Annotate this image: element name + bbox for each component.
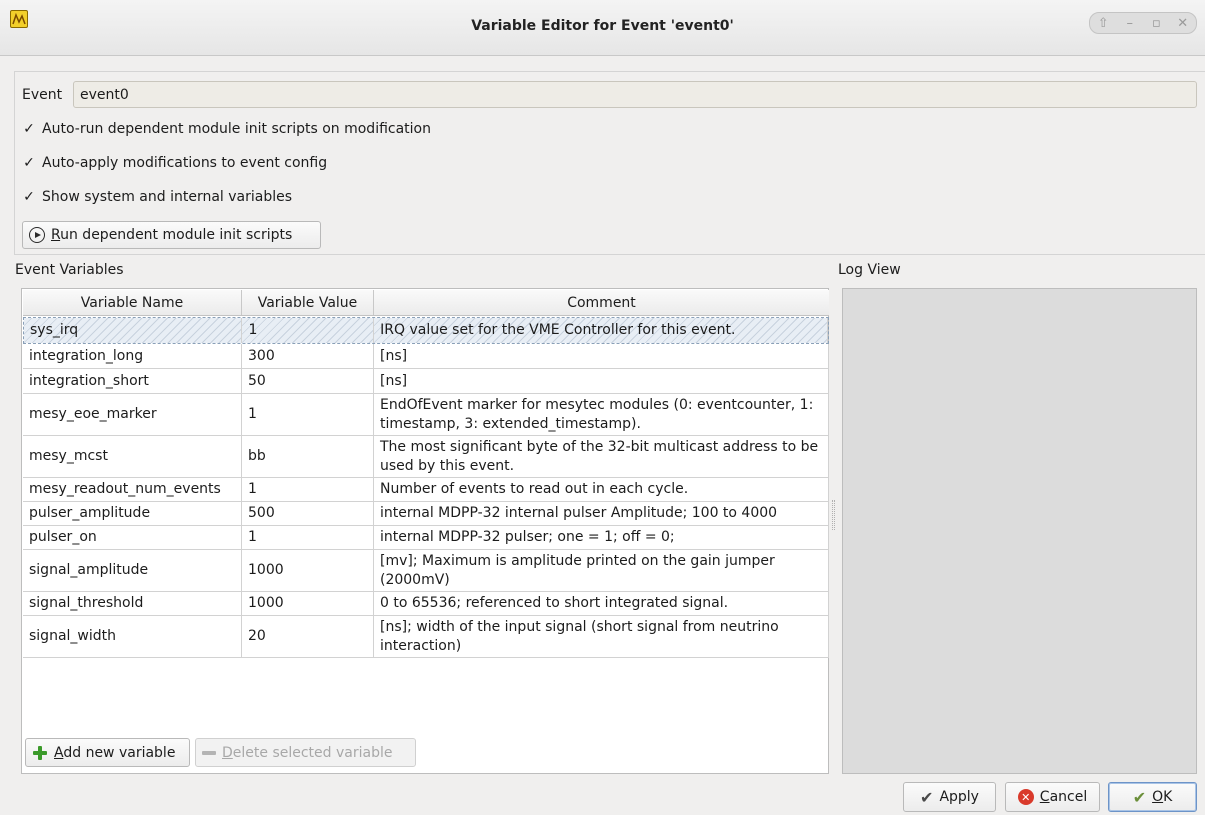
table-row[interactable]: signal_threshold 1000 0 to 65536; refere…: [23, 592, 829, 616]
maximize-button[interactable]: ▫: [1146, 16, 1166, 31]
table-row[interactable]: mesy_mcst bb The most significant byte o…: [23, 436, 829, 478]
column-header-name[interactable]: Variable Name: [23, 290, 242, 315]
shade-button[interactable]: ⇧: [1093, 16, 1113, 31]
variable-name-cell[interactable]: mesy_eoe_marker: [23, 394, 242, 435]
column-header-comment[interactable]: Comment: [374, 290, 829, 315]
event-name-field[interactable]: [73, 81, 1197, 108]
variable-comment-cell[interactable]: [ns]; width of the input signal (short s…: [374, 616, 829, 657]
play-circle-icon: [29, 227, 45, 243]
minus-icon: [202, 750, 216, 755]
checkmark-icon: ✓: [23, 121, 35, 137]
log-view-panel[interactable]: [842, 288, 1197, 774]
cancel-label: Cancel: [1039, 789, 1088, 805]
apply-button[interactable]: ✔ Apply: [903, 782, 996, 812]
add-variable-button[interactable]: Add new variable: [25, 738, 190, 767]
table-row[interactable]: mesy_readout_num_events 1 Number of even…: [23, 478, 829, 502]
table-row[interactable]: signal_amplitude 1000 [mv]; Maximum is a…: [23, 550, 829, 592]
variable-value-cell[interactable]: 1: [242, 318, 375, 343]
checkmark-icon: ✓: [23, 155, 35, 171]
variable-name-cell[interactable]: sys_irq: [24, 318, 243, 343]
variable-value-cell[interactable]: 1000: [242, 592, 374, 615]
variable-value-cell[interactable]: 1: [242, 526, 374, 549]
variable-name-cell[interactable]: integration_long: [23, 344, 242, 368]
delete-variable-label: Delete selected variable: [222, 744, 393, 761]
variable-value-cell[interactable]: 1000: [242, 550, 374, 591]
minimize-button[interactable]: –: [1120, 16, 1140, 31]
run-init-scripts-label: Run dependent module init scripts: [51, 227, 293, 243]
variable-comment-cell[interactable]: internal MDPP-32 pulser; one = 1; off = …: [374, 526, 829, 549]
variable-name-cell[interactable]: signal_amplitude: [23, 550, 242, 591]
table-body: sys_irq 1 IRQ value set for the VME Cont…: [23, 317, 829, 658]
auto-apply-checkbox[interactable]: ✓ Auto-apply modifications to event conf…: [22, 155, 327, 171]
cancel-icon: ✕: [1017, 789, 1034, 805]
variable-comment-cell[interactable]: The most significant byte of the 32-bit …: [374, 436, 829, 477]
ok-button[interactable]: ✔ OK: [1108, 782, 1197, 812]
table-row[interactable]: pulser_amplitude 500 internal MDPP-32 in…: [23, 502, 829, 526]
variable-value-cell[interactable]: 20: [242, 616, 374, 657]
show-system-label: Show system and internal variables: [42, 189, 293, 205]
variable-comment-cell[interactable]: 0 to 65536; referenced to short integrat…: [374, 592, 829, 615]
apply-label: Apply: [939, 789, 979, 805]
variable-name-cell[interactable]: pulser_on: [23, 526, 242, 549]
checkmark-icon: ✓: [23, 189, 35, 205]
log-view-label: Log View: [838, 262, 901, 278]
variable-value-cell[interactable]: 500: [242, 502, 374, 525]
variable-comment-cell[interactable]: Number of events to read out in each cyc…: [374, 478, 829, 501]
variable-comment-cell[interactable]: EndOfEvent marker for mesytec modules (0…: [374, 394, 829, 435]
column-header-value[interactable]: Variable Value: [242, 290, 374, 315]
add-variable-label: Add new variable: [54, 744, 176, 761]
variable-value-cell[interactable]: 1: [242, 478, 374, 501]
variable-comment-cell[interactable]: [ns]: [374, 344, 829, 368]
variables-table[interactable]: Variable Name Variable Value Comment sys…: [21, 288, 829, 774]
event-variables-label: Event Variables: [15, 262, 124, 278]
variable-comment-cell[interactable]: internal MDPP-32 internal pulser Amplitu…: [374, 502, 829, 525]
variable-comment-cell[interactable]: [mv]; Maximum is amplitude printed on th…: [374, 550, 829, 591]
ok-label: OK: [1152, 789, 1173, 805]
variable-value-cell[interactable]: 50: [242, 369, 374, 393]
window-controls: ⇧ – ▫ ✕: [1089, 12, 1197, 34]
plus-icon: [32, 745, 48, 761]
table-row[interactable]: sys_irq 1 IRQ value set for the VME Cont…: [23, 317, 829, 344]
variable-value-cell[interactable]: 300: [242, 344, 374, 368]
variable-name-cell[interactable]: pulser_amplitude: [23, 502, 242, 525]
show-system-checkbox[interactable]: ✓ Show system and internal variables: [22, 189, 292, 205]
close-button[interactable]: ✕: [1173, 16, 1193, 31]
variable-name-cell[interactable]: signal_threshold: [23, 592, 242, 615]
cancel-button[interactable]: ✕ Cancel: [1005, 782, 1100, 812]
table-row[interactable]: signal_width 20 [ns]; width of the input…: [23, 616, 829, 658]
auto-run-checkbox[interactable]: ✓ Auto-run dependent module init scripts…: [22, 121, 431, 137]
event-label: Event: [22, 87, 63, 103]
variable-name-cell[interactable]: mesy_mcst: [23, 436, 242, 477]
auto-apply-label: Auto-apply modifications to event config: [42, 155, 328, 171]
splitter-handle[interactable]: [832, 500, 835, 530]
ok-icon: ✔: [1132, 787, 1147, 807]
table-row[interactable]: mesy_eoe_marker 1 EndOfEvent marker for …: [23, 394, 829, 436]
variable-value-cell[interactable]: 1: [242, 394, 374, 435]
title-bar: Variable Editor for Event 'event0' ⇧ – ▫…: [0, 0, 1205, 56]
variable-value-cell[interactable]: bb: [242, 436, 374, 477]
variable-name-cell[interactable]: integration_short: [23, 369, 242, 393]
window-title: Variable Editor for Event 'event0': [471, 18, 734, 34]
variable-name-cell[interactable]: signal_width: [23, 616, 242, 657]
variable-comment-cell[interactable]: [ns]: [374, 369, 829, 393]
table-row[interactable]: integration_long 300 [ns]: [23, 344, 829, 369]
table-row[interactable]: integration_short 50 [ns]: [23, 369, 829, 394]
run-init-scripts-button[interactable]: Run dependent module init scripts: [22, 221, 321, 249]
table-header: Variable Name Variable Value Comment: [23, 290, 829, 316]
variable-name-cell[interactable]: mesy_readout_num_events: [23, 478, 242, 501]
table-row[interactable]: pulser_on 1 internal MDPP-32 pulser; one…: [23, 526, 829, 550]
checkmark-icon: ✔: [920, 787, 934, 807]
delete-variable-button[interactable]: Delete selected variable: [195, 738, 416, 767]
variable-comment-cell[interactable]: IRQ value set for the VME Controller for…: [374, 318, 828, 343]
auto-run-label: Auto-run dependent module init scripts o…: [42, 121, 431, 137]
